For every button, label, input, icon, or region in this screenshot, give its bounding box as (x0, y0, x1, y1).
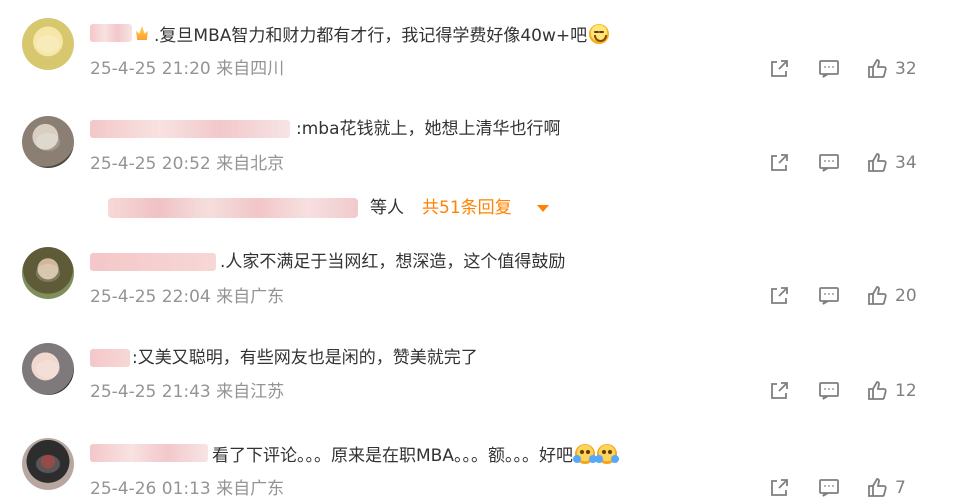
comment-meta: 25-4-25 22:04 来自广东 (90, 287, 285, 307)
comment-actions: 7 (767, 476, 942, 500)
comment-meta: 25-4-25 21:20 来自四川 (90, 59, 285, 79)
thumbs-up-icon[interactable] (866, 379, 890, 403)
vip-crown-icon (136, 26, 148, 40)
share-icon[interactable] (767, 151, 791, 175)
reply-users-blurred (108, 198, 358, 218)
comment-actions: 20 (767, 284, 942, 308)
thumbs-up-icon[interactable] (866, 57, 890, 81)
avatar[interactable] (22, 18, 74, 70)
like-count: 12 (895, 381, 917, 401)
avatar[interactable] (22, 247, 74, 299)
hugging-emoji-icon (594, 444, 619, 464)
comment-icon[interactable] (817, 476, 841, 500)
reply-users-label: 等人 (370, 198, 404, 218)
thumbs-up-icon[interactable] (866, 476, 890, 500)
comment-actions: 32 (767, 57, 942, 81)
avatar[interactable] (22, 116, 74, 168)
comment-icon[interactable] (817, 284, 841, 308)
caret-down-icon[interactable] (537, 205, 549, 212)
comment-meta: 25-4-25 21:43 来自江苏 (90, 382, 285, 402)
like-count: 34 (895, 153, 917, 173)
comment-text: :mba花钱就上，她想上清华也行啊 (296, 119, 561, 139)
comment-meta: 25-4-25 20:52 来自北京 (90, 154, 285, 174)
comment-icon[interactable] (817, 379, 841, 403)
comment-text: .复旦MBA智力和财力都有才行，我记得学费好像40w+吧 (154, 21, 610, 48)
username-blurred (90, 253, 216, 271)
username-blurred (90, 444, 208, 462)
comment-text: .人家不满足于当网红，想深造，这个值得鼓励 (220, 252, 566, 272)
comment-text: :又美又聪明，有些网友也是闲的，赞美就完了 (132, 348, 478, 368)
comment-icon[interactable] (817, 57, 841, 81)
like-count: 32 (895, 59, 917, 79)
reply-summary-row: 等人 共51条回复 (90, 196, 570, 220)
username-blurred (90, 24, 132, 42)
comment-actions: 12 (767, 379, 942, 403)
view-replies-link[interactable]: 共51条回复 (422, 196, 512, 220)
hugging-emoji-icon (572, 444, 597, 464)
laughing-emoji-icon (589, 24, 610, 44)
comment-actions: 34 (767, 151, 942, 175)
avatar[interactable] (22, 343, 74, 395)
like-count: 7 (895, 478, 906, 498)
like-count: 20 (895, 286, 917, 306)
avatar[interactable] (22, 438, 74, 490)
comment-feed: .复旦MBA智力和财力都有才行，我记得学费好像40w+吧 25-4-25 21:… (0, 0, 960, 504)
comment-icon[interactable] (817, 151, 841, 175)
share-icon[interactable] (767, 284, 791, 308)
share-icon[interactable] (767, 476, 791, 500)
comment-text: 看了下评论。。。原来是在职MBA。。。额。。。好吧 (212, 441, 619, 468)
share-icon[interactable] (767, 379, 791, 403)
comment-meta: 25-4-26 01:13 来自广东 (90, 479, 285, 499)
username-blurred (90, 349, 130, 367)
username-blurred (90, 120, 290, 138)
thumbs-up-icon[interactable] (866, 151, 890, 175)
thumbs-up-icon[interactable] (866, 284, 890, 308)
share-icon[interactable] (767, 57, 791, 81)
